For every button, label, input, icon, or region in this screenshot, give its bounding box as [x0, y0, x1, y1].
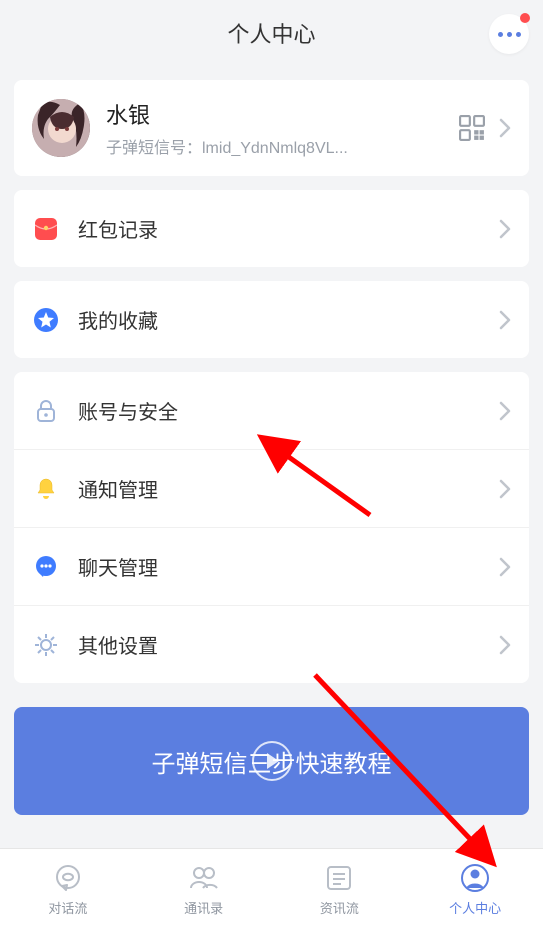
avatar — [32, 99, 90, 157]
tab-contacts[interactable]: 通讯录 — [136, 849, 272, 930]
page-title: 个人中心 — [227, 17, 315, 49]
chevron-right-icon — [499, 219, 511, 239]
chatflow-icon — [52, 862, 84, 894]
row-label: 聊天管理 — [78, 552, 499, 581]
row-label: 红包记录 — [78, 214, 499, 243]
row-other[interactable]: 其他设置 — [14, 605, 529, 683]
chevron-right-icon — [499, 401, 511, 421]
play-icon — [252, 741, 292, 781]
tutorial-banner[interactable]: 子弹短信三步快速教程 — [14, 707, 529, 815]
bell-icon — [32, 475, 60, 503]
row-security[interactable]: 账号与安全 — [14, 372, 529, 449]
profile-text: 水银 子弹短信号：lmid_YdnNmlq8VL... — [106, 98, 459, 158]
header: 个人中心 — [0, 0, 543, 66]
tab-label: 对话流 — [48, 898, 87, 917]
chat-icon — [32, 553, 60, 581]
tab-label: 个人中心 — [449, 898, 501, 917]
chevron-right-icon — [499, 635, 511, 655]
row-label: 其他设置 — [78, 630, 499, 659]
contacts-icon — [188, 862, 220, 894]
row-label: 我的收藏 — [78, 305, 499, 334]
more-button[interactable] — [489, 14, 529, 54]
row-label: 账号与安全 — [78, 396, 499, 425]
row-redpacket[interactable]: 红包记录 — [14, 190, 529, 267]
user-id: 子弹短信号：lmid_YdnNmlq8VL... — [106, 134, 459, 158]
tabbar: 对话流 通讯录 资讯流 — [0, 848, 543, 930]
tab-chatflow[interactable]: 对话流 — [0, 849, 136, 930]
tab-profile[interactable]: 个人中心 — [407, 849, 543, 930]
redpacket-card: 红包记录 — [14, 190, 529, 267]
chevron-right-icon — [499, 310, 511, 330]
row-notifications[interactable]: 通知管理 — [14, 449, 529, 527]
favorites-card: 我的收藏 — [14, 281, 529, 358]
chevron-right-icon — [499, 479, 511, 499]
tab-newsfeed[interactable]: 资讯流 — [272, 849, 408, 930]
qrcode-icon[interactable] — [459, 115, 485, 141]
settings-card: 账号与安全 通知管理 — [14, 372, 529, 683]
newsfeed-icon — [323, 862, 355, 894]
profile-card[interactable]: 水银 子弹短信号：lmid_YdnNmlq8VL... — [14, 80, 529, 176]
chevron-right-icon — [499, 118, 511, 138]
tab-label: 资讯流 — [320, 898, 359, 917]
redpacket-icon — [32, 215, 60, 243]
row-favorites[interactable]: 我的收藏 — [14, 281, 529, 358]
row-label: 通知管理 — [78, 474, 499, 503]
more-icon — [498, 32, 521, 37]
profile-icon — [459, 862, 491, 894]
tab-label: 通讯录 — [184, 898, 223, 917]
notification-dot — [520, 13, 530, 23]
gear-icon — [32, 631, 60, 659]
user-name: 水银 — [106, 98, 459, 130]
row-chat[interactable]: 聊天管理 — [14, 527, 529, 605]
lock-icon — [32, 397, 60, 425]
star-icon — [32, 306, 60, 334]
content-area: 水银 子弹短信号：lmid_YdnNmlq8VL... — [0, 80, 543, 815]
chevron-right-icon — [499, 557, 511, 577]
